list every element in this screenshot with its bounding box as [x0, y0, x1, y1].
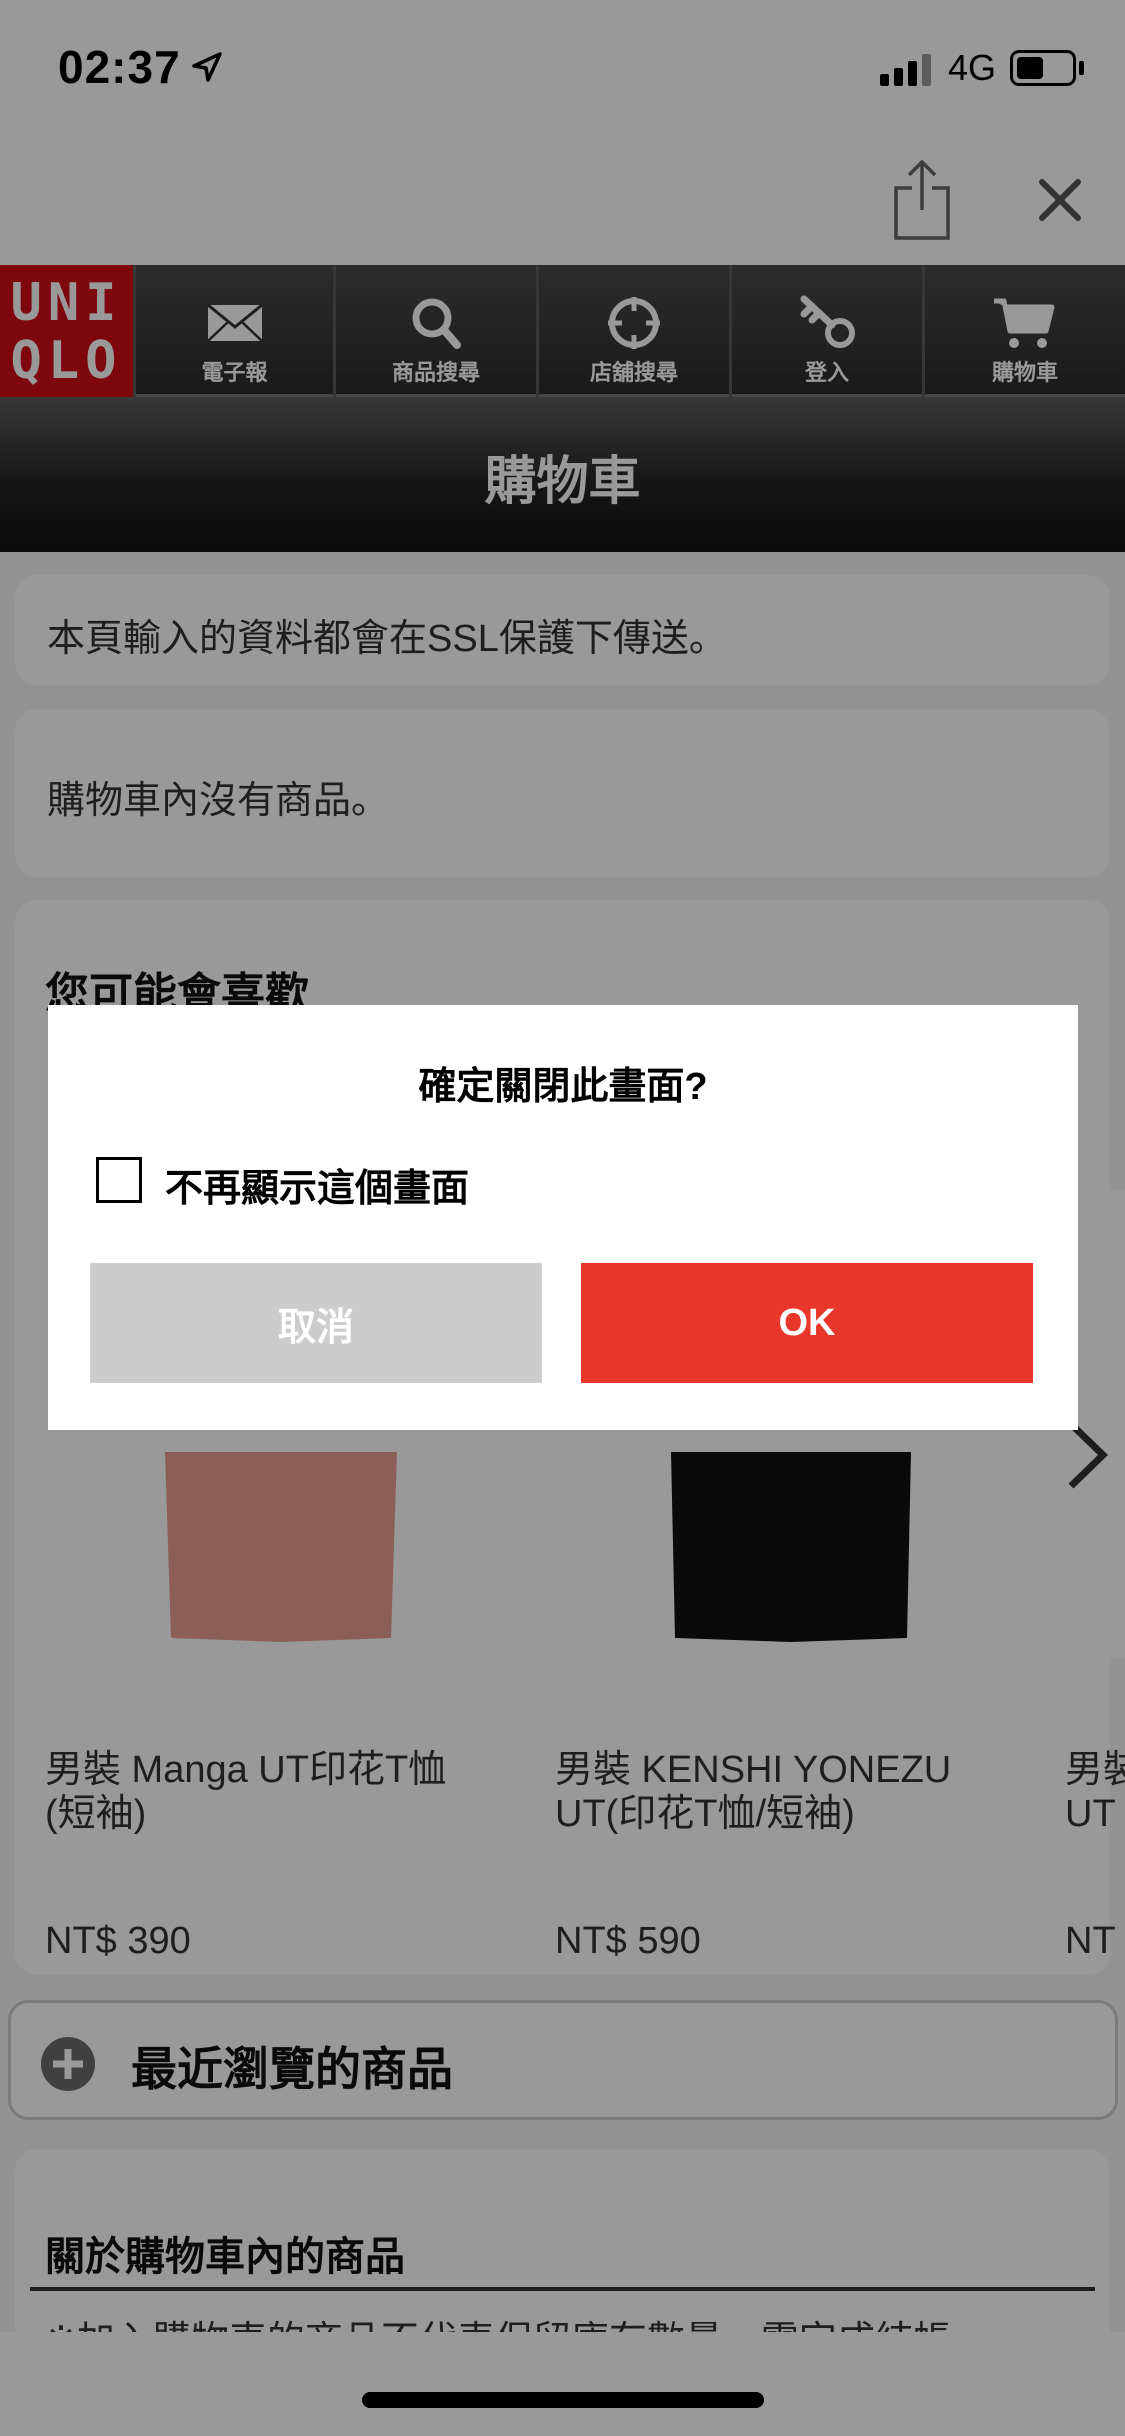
confirm-close-dialog: 確定關閉此畫面? 不再顯示這個畫面 取消 OK	[48, 1005, 1078, 1430]
ok-button[interactable]: OK	[581, 1263, 1033, 1383]
cancel-button[interactable]: 取消	[90, 1263, 542, 1383]
dont-show-again-checkbox[interactable]	[96, 1157, 142, 1203]
dialog-title: 確定關閉此畫面?	[418, 1066, 708, 1108]
dont-show-again-label[interactable]: 不再顯示這個畫面	[165, 1157, 469, 1212]
